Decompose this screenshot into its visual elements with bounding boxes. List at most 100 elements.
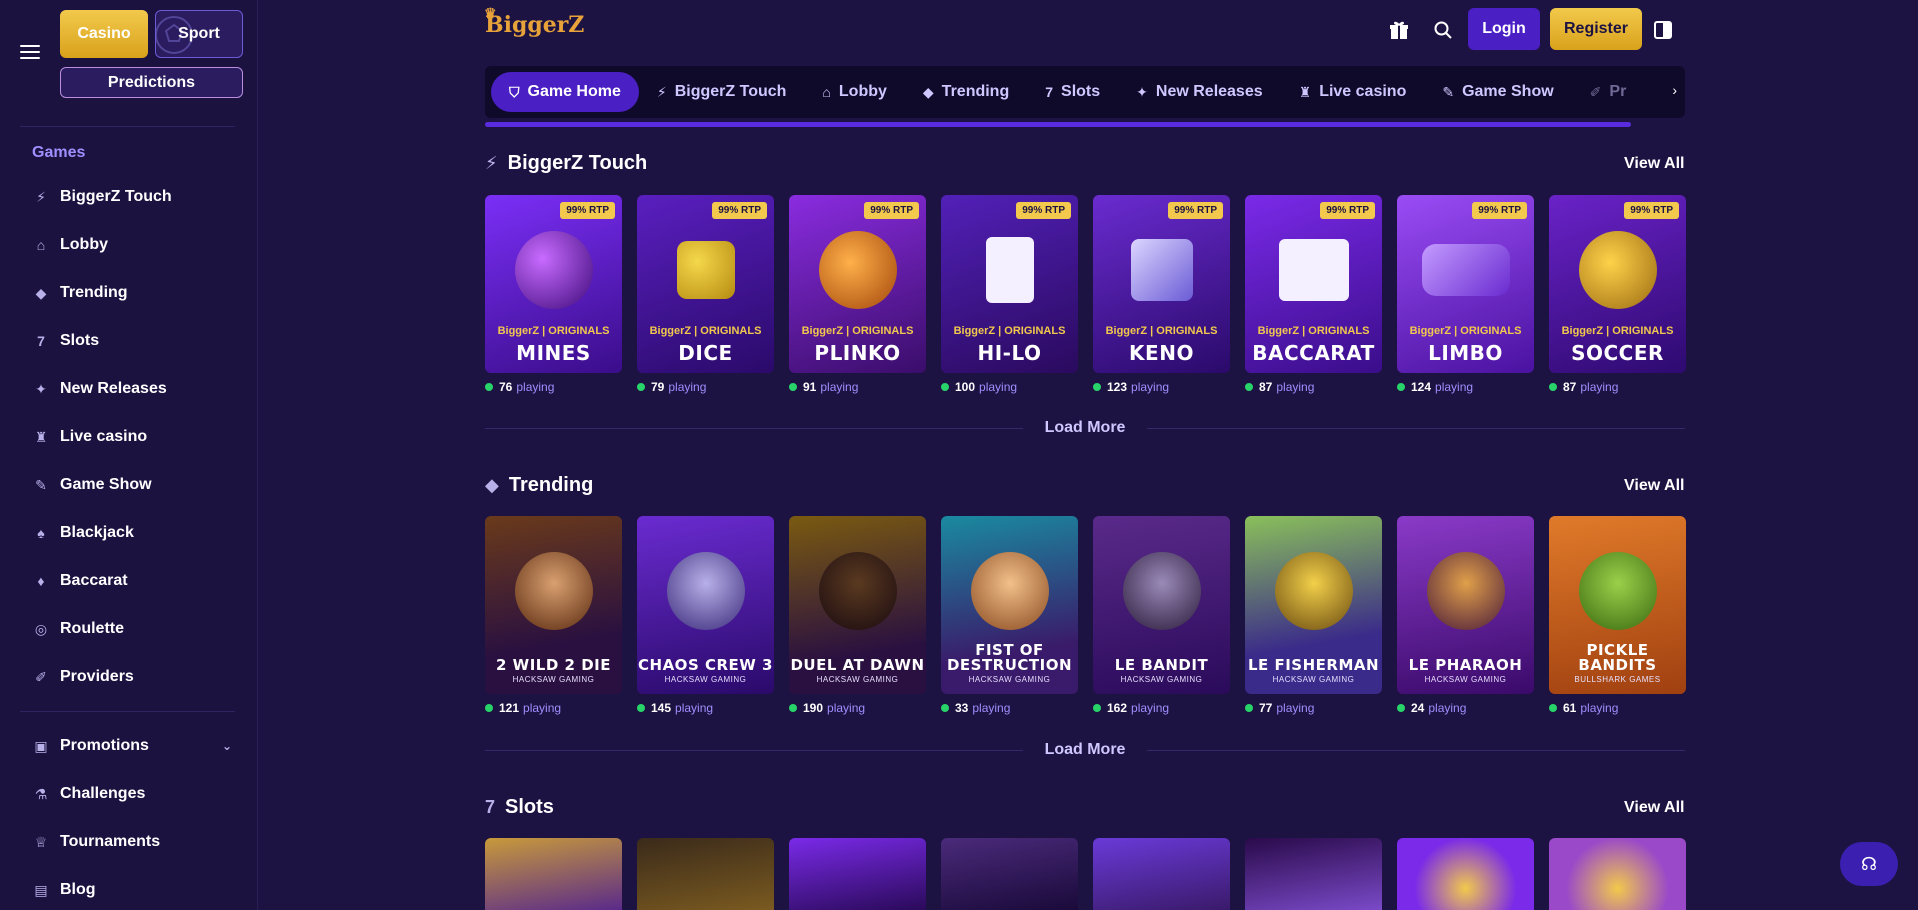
game-title: DUEL AT DAWN (790, 656, 925, 674)
game-card[interactable]: 99% RTP BiggerZ | ORIGINALS SOCCER 87 pla… (1549, 195, 1686, 394)
game-card[interactable]: 99% RTP BiggerZ | ORIGINALS MINES 76 play… (485, 195, 622, 394)
game-title: LIMBO (1428, 341, 1503, 365)
register-button[interactable]: Register (1550, 8, 1642, 50)
game-thumbnail: 99% RTP BiggerZ | ORIGINALS PLINKO (789, 195, 926, 373)
tab-game-show[interactable]: ✎ Game Show (1424, 72, 1571, 112)
tab-slots[interactable]: 7 Slots (1027, 72, 1118, 112)
game-thumbnail: FIST OF DESTRUCTION HACKSAW GAMING (941, 516, 1078, 694)
tab-game-home[interactable]: ⛉ Game Home (491, 72, 639, 112)
playing-count: 79 playing (637, 380, 774, 394)
sidebar-item-promotions[interactable]: ▣ Promotions ⌄ (32, 733, 232, 759)
game-title: BACCARAT (1252, 341, 1375, 365)
game-card[interactable] (789, 838, 926, 910)
sidebar-item-trending[interactable]: ◆ Trending (32, 280, 232, 306)
site-logo[interactable]: ♛ BiggerZ (484, 6, 584, 38)
game-card[interactable]: DUEL AT DAWN HACKSAW GAMING 190 playing (789, 516, 926, 715)
sidebar-item-roulette[interactable]: ◎ Roulette (32, 616, 232, 642)
game-card[interactable]: LE PHARAOH HACKSAW GAMING 24 playing (1397, 516, 1534, 715)
game-provider: HACKSAW GAMING (1272, 675, 1355, 684)
sidebar-item-label: Promotions (60, 737, 149, 754)
character-art (970, 551, 1049, 630)
sidebar-item-label: Tournaments (60, 833, 161, 850)
keno-art (1130, 238, 1193, 301)
sidebar-item-game-show[interactable]: ✎ Game Show (32, 472, 232, 498)
game-thumbnail: 99% RTP BiggerZ | ORIGINALS KENO (1093, 195, 1230, 373)
game-card[interactable]: 99% RTP BiggerZ | ORIGINALS HI-LO 100 pla… (941, 195, 1078, 394)
sidebar-item-biggerz-touch[interactable]: ⚡ BiggerZ Touch (32, 184, 232, 210)
sparkle-icon: ✦ (35, 380, 47, 397)
sidebar-item-baccarat[interactable]: ♦ Baccarat (32, 568, 232, 594)
login-button[interactable]: Login (1468, 8, 1540, 50)
view-all-touch-link[interactable]: View All (1624, 155, 1684, 173)
sidebar-item-providers[interactable]: ✐ Providers (32, 664, 232, 690)
game-card[interactable]: 99% RTP BiggerZ | ORIGINALS LIMBO 124 pla… (1397, 195, 1534, 394)
chevron-down-icon[interactable]: ⌄ (222, 739, 232, 753)
sidebar-item-lobby[interactable]: ⌂ Lobby (32, 232, 232, 258)
home-icon: ⌂ (822, 84, 831, 100)
game-card[interactable] (485, 838, 622, 910)
tab-trending[interactable]: ◆ Trending (905, 72, 1027, 112)
tab-providers[interactable]: ✐ Pr (1572, 72, 1645, 112)
sidebar-item-slots[interactable]: 7 Slots (32, 328, 232, 354)
support-chat-button[interactable]: ☊ (1840, 842, 1898, 886)
sidebar-item-tournaments[interactable]: ♕ Tournaments (32, 829, 232, 855)
section-title-touch: ⚡ BiggerZ Touch (485, 152, 647, 175)
game-card[interactable] (941, 838, 1078, 910)
tab-live-casino[interactable]: ♜ Live casino (1281, 72, 1425, 112)
tab-new-releases[interactable]: ✦ New Releases (1118, 72, 1280, 112)
sidebar-item-label: Trending (60, 284, 128, 301)
game-card[interactable]: 2 WILD 2 DIE HACKSAW GAMING 121 playing (485, 516, 622, 715)
game-card[interactable]: 99% RTP BiggerZ | ORIGINALS DICE 79 playi… (637, 195, 774, 394)
dice-art (676, 240, 735, 299)
game-card[interactable] (637, 838, 774, 910)
sidebar-item-blackjack[interactable]: ♠ Blackjack (32, 520, 232, 546)
divider (20, 126, 235, 127)
sidebar-item-live-casino[interactable]: ♜ Live casino (32, 424, 232, 450)
gift-icon[interactable] (1387, 18, 1411, 42)
sidebar-item-label: Slots (60, 332, 100, 349)
game-thumbnail: 99% RTP BiggerZ | ORIGINALS DICE (637, 195, 774, 373)
game-card[interactable]: FIST OF DESTRUCTION HACKSAW GAMING 33 pla… (941, 516, 1078, 715)
playing-count: 87 playing (1245, 380, 1382, 394)
game-title: DICE (678, 341, 733, 365)
sport-button[interactable]: Sport (155, 10, 243, 58)
game-thumbnail (1093, 838, 1230, 910)
game-card[interactable] (1093, 838, 1230, 910)
section-title-text: Slots (505, 796, 554, 818)
game-card[interactable]: 99% RTP BiggerZ | ORIGINALS BACCARAT 87 p… (1245, 195, 1382, 394)
sidebar-item-new-releases[interactable]: ✦ New Releases (32, 376, 232, 402)
view-all-slots-link[interactable]: View All (1624, 799, 1684, 817)
character-art (666, 551, 745, 630)
home-icon: ⌂ (36, 237, 46, 253)
sidebar-item-blog[interactable]: ▤ Blog (32, 877, 232, 903)
predictions-button[interactable]: Predictions (60, 67, 243, 98)
game-provider: BULLSHARK GAMES (1574, 675, 1661, 684)
game-card[interactable]: 99% RTP BiggerZ | ORIGINALS KENO 123 play… (1093, 195, 1230, 394)
game-card[interactable]: PICKLE BANDITS BULLSHARK GAMES 61 playing (1549, 516, 1686, 715)
game-card[interactable]: 99% RTP BiggerZ | ORIGINALS PLINKO 91 pla… (789, 195, 926, 394)
casino-button[interactable]: Casino (60, 10, 148, 58)
game-card[interactable] (1245, 838, 1382, 910)
sidebar-item-label: Roulette (60, 620, 124, 637)
tab-lobby[interactable]: ⌂ Lobby (804, 72, 904, 112)
sidebar-toggle-icon[interactable] (1651, 18, 1675, 42)
view-all-trending-link[interactable]: View All (1624, 477, 1684, 495)
providers-icon: ✐ (1589, 83, 1602, 100)
search-icon[interactable] (1431, 18, 1455, 42)
tab-biggerz-touch[interactable]: ⚡ BiggerZ Touch (639, 72, 805, 112)
menu-icon[interactable] (20, 45, 40, 59)
game-provider: HACKSAW GAMING (1120, 675, 1203, 684)
sidebar-item-challenges[interactable]: ⚗ Challenges (32, 781, 232, 807)
tab-label: Game Home (527, 83, 621, 100)
game-card[interactable] (1549, 838, 1686, 910)
game-card[interactable]: LE FISHERMAN HACKSAW GAMING 77 playing (1245, 516, 1382, 715)
game-card[interactable]: CHAOS CREW 3 HACKSAW GAMING 145 playing (637, 516, 774, 715)
load-more-button[interactable]: Load More (1023, 741, 1148, 759)
game-title: PICKLE BANDITS (1578, 641, 1657, 674)
game-card[interactable]: LE BANDIT HACKSAW GAMING 162 playing (1093, 516, 1230, 715)
online-dot-icon (1245, 383, 1253, 391)
game-card[interactable] (1397, 838, 1534, 910)
providers-icon: ✐ (35, 668, 47, 685)
chevron-right-icon[interactable]: › (1672, 82, 1677, 98)
load-more-button[interactable]: Load More (1023, 419, 1148, 437)
